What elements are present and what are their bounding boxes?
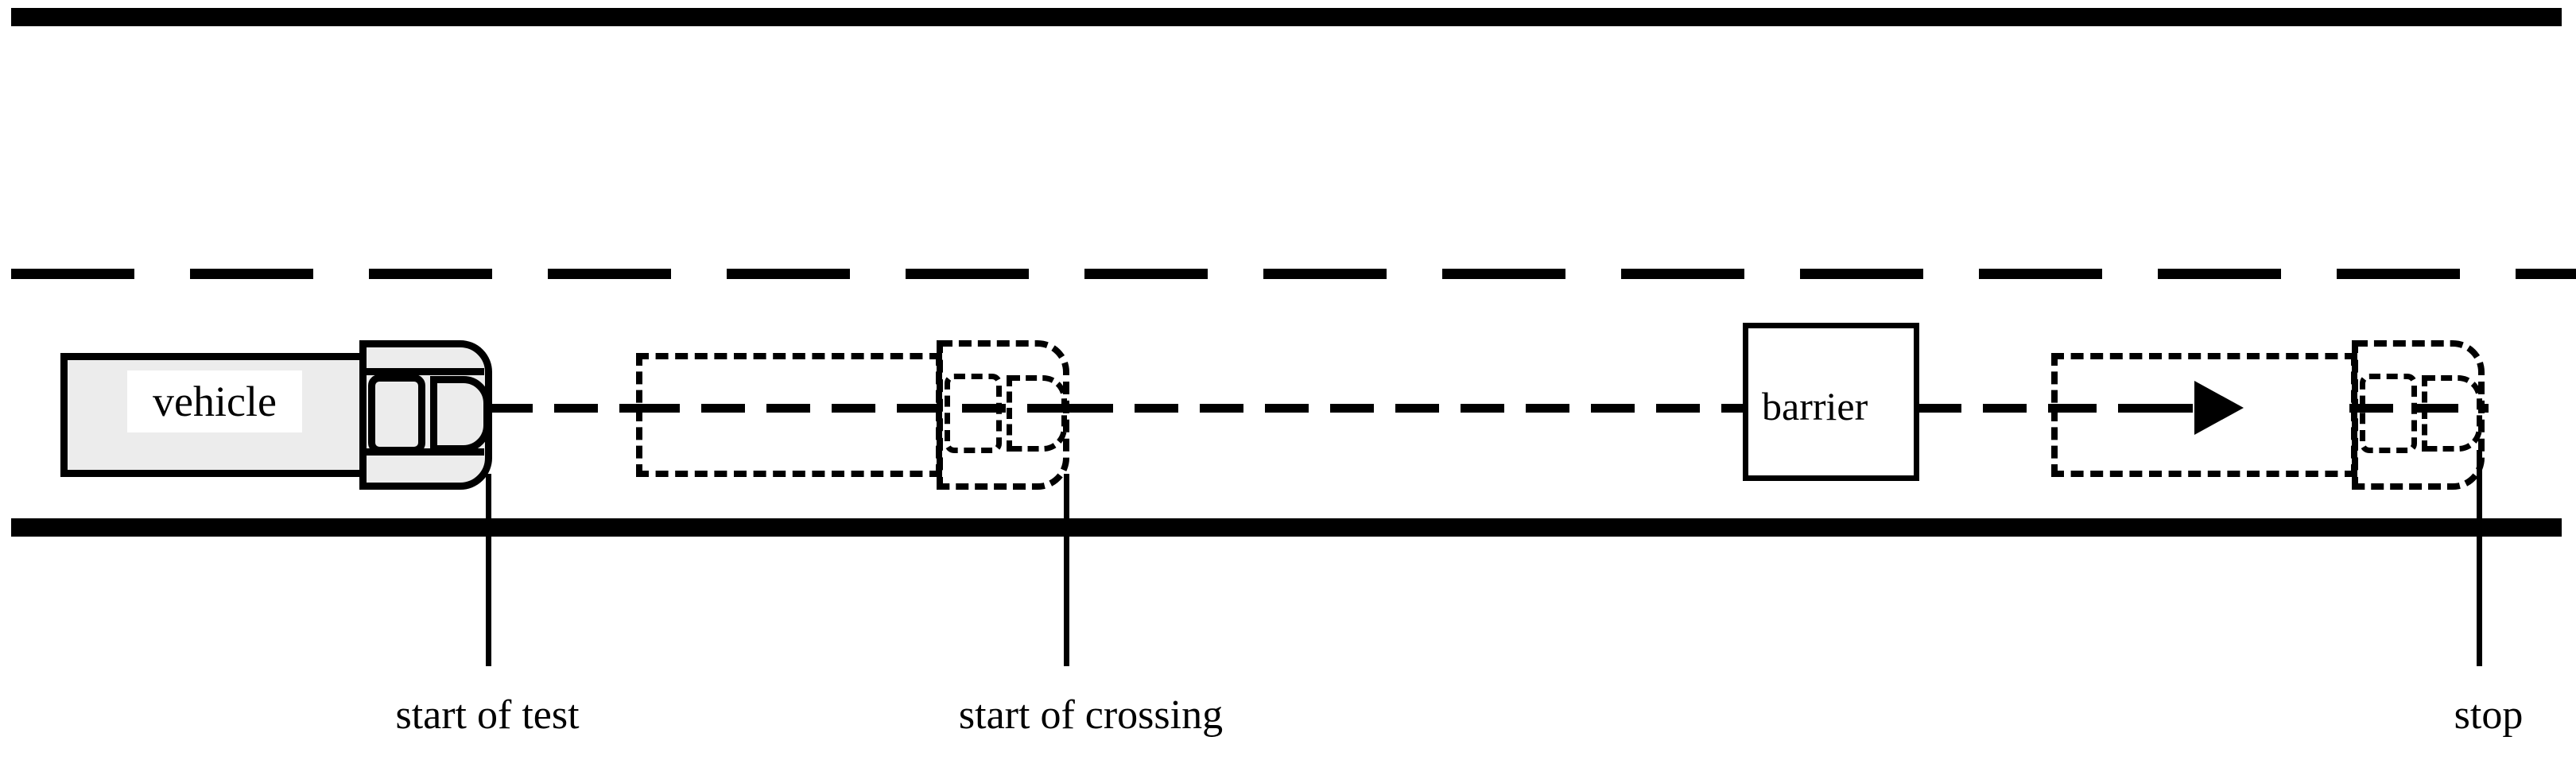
marker-line-start-of-crossing [1064,474,1069,666]
vehicle-2-cab [937,340,1069,490]
vehicle-3-cab [2352,340,2485,490]
marker-label-start-of-test: start of test [395,692,580,738]
marker-label-start-of-crossing: start of crossing [958,692,1224,738]
vehicle-2-cab-nose [1007,375,1067,452]
marker-line-start-of-test [486,474,491,666]
marker-line-stop [2477,450,2482,666]
vehicle-1-cab-sleeper [368,374,425,454]
vehicle-1-cab [359,340,492,490]
road-edge-top [11,8,2562,26]
centre-axis-segment-3 [1918,404,2058,413]
vehicle-2-cab-sleeper [945,374,1002,453]
lane-divider-marking [11,269,2576,279]
vehicle-1-cab-nose [430,376,491,452]
vehicle-1-label-plate: vehicle [127,370,302,432]
direction-arrow-stem [2147,404,2193,413]
road-edge-bottom [11,518,2562,537]
centre-axis-segment-2 [1069,404,1744,413]
barrier-label: barrier [1762,384,1868,428]
direction-arrow-icon [2194,381,2244,435]
diagram-canvas: vehicle barrier start of test start of c… [0,0,2576,760]
vehicle-1-label: vehicle [153,378,277,425]
vehicle-2-trailer [636,353,942,477]
marker-label-stop: stop [2454,692,2524,738]
vehicle-3-cab-nose [2422,375,2482,452]
vehicle-3-cab-sleeper [2360,374,2417,453]
centre-axis-segment-1 [489,404,640,413]
